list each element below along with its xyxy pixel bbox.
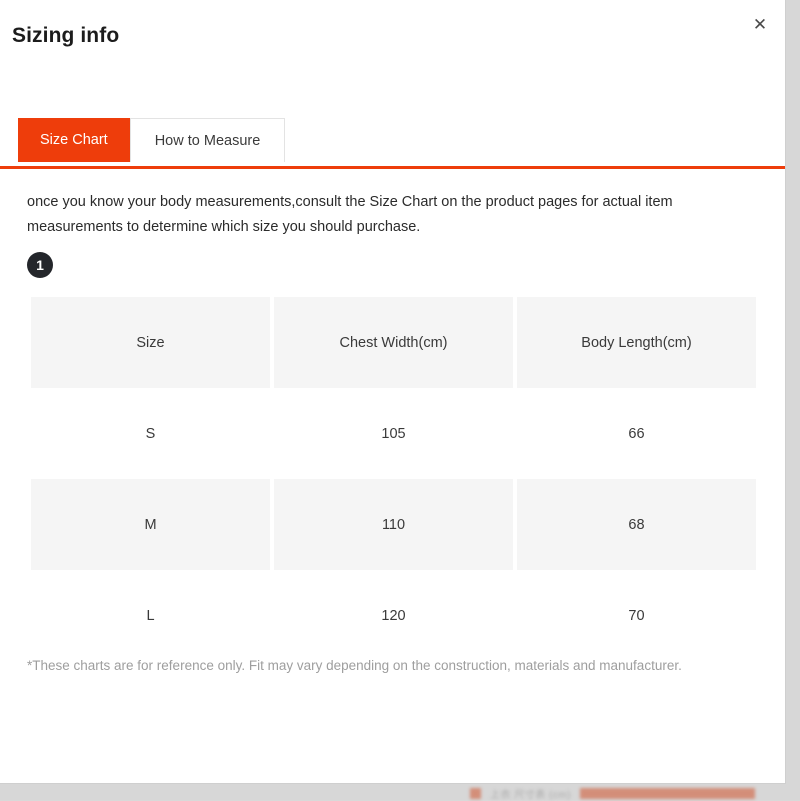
- table-row: L 120 70: [31, 570, 756, 661]
- cell-chest-width: 110: [274, 479, 513, 570]
- tab-underline: [0, 166, 785, 169]
- background-bar: [580, 788, 756, 799]
- close-icon[interactable]: ✕: [747, 11, 773, 37]
- tab-size-chart[interactable]: Size Chart: [18, 118, 130, 162]
- background-swatch: [470, 788, 481, 799]
- table-header-row: Size Chest Width(cm) Body Length(cm): [31, 297, 756, 388]
- page-title: Sizing info: [12, 24, 120, 47]
- background-content-strip: 上衣 尺寸表 (cm): [470, 786, 756, 801]
- footnote-text: *These charts are for reference only. Fi…: [27, 658, 682, 673]
- table-row: M 110 68: [31, 479, 756, 570]
- cell-body-length: 70: [517, 570, 756, 661]
- cell-size: M: [31, 479, 270, 570]
- background-strip-text: 上衣 尺寸表 (cm): [490, 790, 572, 801]
- cell-body-length: 66: [517, 388, 756, 479]
- cell-body-length: 68: [517, 479, 756, 570]
- size-chart-table: Size Chest Width(cm) Body Length(cm) S 1…: [27, 297, 760, 661]
- cell-size: S: [31, 388, 270, 479]
- cell-chest-width: 105: [274, 388, 513, 479]
- column-header-chest-width: Chest Width(cm): [274, 297, 513, 388]
- cell-size: L: [31, 570, 270, 661]
- column-header-size: Size: [31, 297, 270, 388]
- description-text: once you know your body measurements,con…: [27, 194, 673, 235]
- column-header-body-length: Body Length(cm): [517, 297, 756, 388]
- tab-how-to-measure[interactable]: How to Measure: [129, 118, 286, 162]
- cell-chest-width: 120: [274, 570, 513, 661]
- step-badge: 1: [27, 252, 53, 278]
- tab-bar: Size Chart How to Measure: [18, 118, 286, 162]
- table-row: S 105 66: [31, 388, 756, 479]
- sizing-info-modal: ✕ Sizing info Size Chart How to Measure …: [0, 0, 786, 784]
